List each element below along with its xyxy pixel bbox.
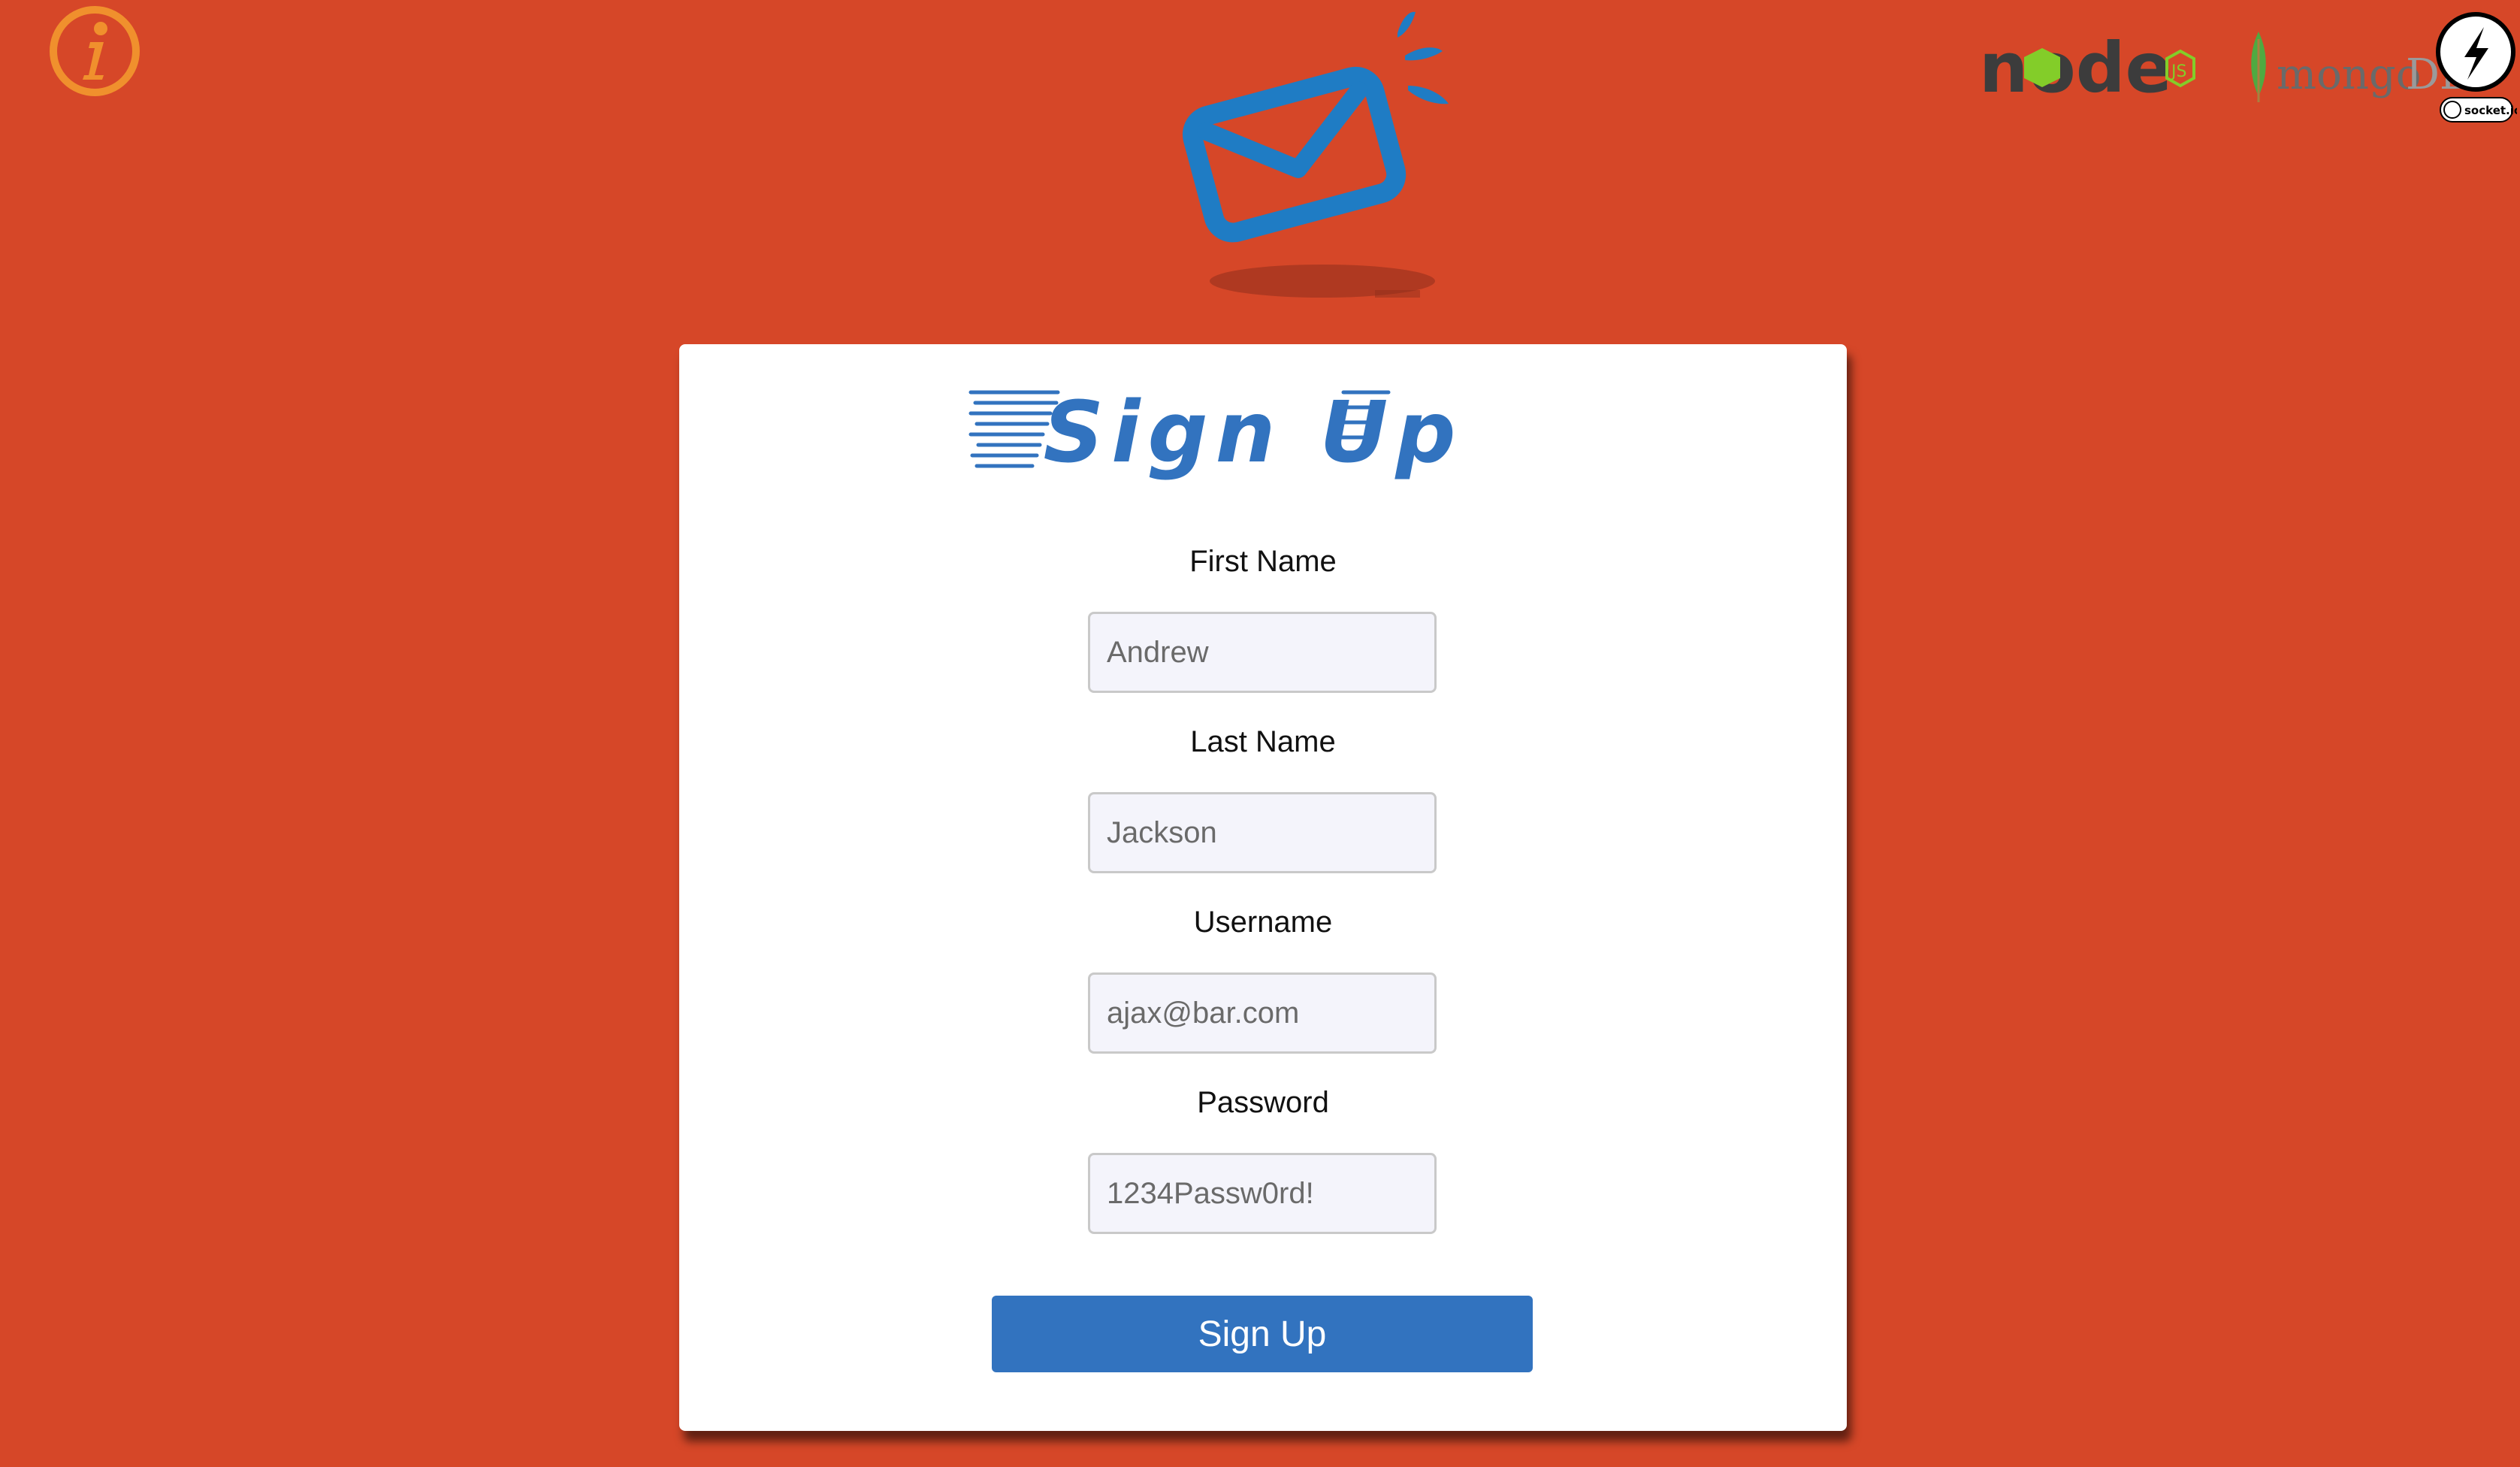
envelope-icon bbox=[1182, 11, 1449, 298]
username-input[interactable] bbox=[1088, 972, 1437, 1054]
signup-title: Sign Up bbox=[968, 384, 1463, 482]
signup-card: Sign Up First Name Last Name Username Pa… bbox=[679, 344, 1847, 1431]
password-input[interactable] bbox=[1088, 1153, 1437, 1234]
signup-title-text: Sign Up bbox=[1043, 384, 1463, 482]
last-name-input[interactable] bbox=[1088, 792, 1437, 873]
username-label: Username bbox=[1193, 906, 1333, 939]
first-name-input[interactable] bbox=[1088, 612, 1437, 693]
mongodb-text: mongo bbox=[2277, 50, 2421, 99]
nodejs-logo: node JS bbox=[1979, 28, 2195, 108]
first-name-label: First Name bbox=[1189, 545, 1337, 578]
info-icon[interactable] bbox=[48, 5, 141, 98]
password-label: Password bbox=[1197, 1086, 1329, 1119]
signup-button[interactable]: Sign Up bbox=[992, 1296, 1533, 1372]
socketio-logo: socket.io bbox=[2436, 12, 2517, 123]
nodejs-js-text: JS bbox=[2170, 62, 2186, 81]
socketio-text: socket.io bbox=[2464, 104, 2517, 117]
last-name-label: Last Name bbox=[1190, 725, 1336, 758]
nodejs-logo-text: node bbox=[1979, 28, 2172, 108]
